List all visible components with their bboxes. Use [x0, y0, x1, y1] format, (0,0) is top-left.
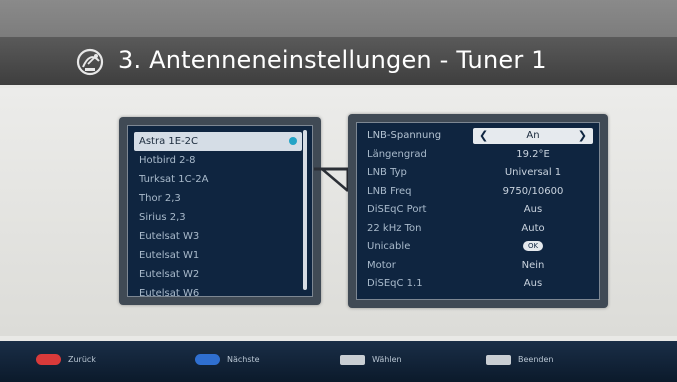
setting-row-unicable[interactable]: Unicable OK — [361, 238, 597, 257]
setting-value: OK — [473, 238, 593, 257]
satellite-item[interactable]: Hotbird 2-8 — [134, 151, 302, 170]
selected-indicator-icon — [289, 137, 297, 145]
satellite-item[interactable]: Astra 1E-2C — [134, 132, 302, 151]
hint-label: Zurück — [68, 355, 96, 364]
red-key-icon — [36, 354, 61, 365]
satellite-item[interactable]: Thor 2,3 — [134, 189, 302, 208]
setting-label: Längengrad — [367, 148, 427, 160]
setting-row-lnb-voltage[interactable]: LNB-Spannung ❮ An ❯ — [361, 127, 597, 146]
setting-value: Auto — [521, 222, 545, 234]
satellite-label: Sirius 2,3 — [139, 212, 186, 223]
settings-frame: LNB-Spannung ❮ An ❯ Längengrad 19.2°E LN… — [356, 122, 600, 300]
setting-label: DiSEqC 1.1 — [367, 278, 423, 289]
setting-label: Motor — [367, 259, 396, 271]
satellite-label: Eutelsat W2 — [139, 269, 200, 280]
setting-row-diseqc-port[interactable]: DiSEqC Port Aus — [361, 201, 597, 220]
hint-label: Nächste — [227, 355, 260, 364]
ok-pill[interactable]: OK — [522, 241, 544, 251]
arrow-left-icon[interactable]: ❮ — [479, 128, 488, 144]
setting-value: Universal 1 — [504, 167, 562, 178]
hint-label: Wählen — [372, 355, 402, 364]
satellite-item[interactable]: Eutelsat W6 — [134, 284, 302, 303]
setting-label: LNB-Spannung — [367, 130, 442, 141]
exit-key-icon — [486, 355, 511, 365]
setting-label: Unicable — [367, 241, 411, 252]
setting-value: An — [526, 130, 540, 141]
satellite-dish-icon — [76, 48, 104, 76]
hint-label: Beenden — [518, 355, 554, 364]
page-title: 3. Antenneneinstellungen - Tuner 1 — [118, 46, 547, 74]
setting-value: Aus — [523, 278, 543, 289]
satellite-label: Thor 2,3 — [139, 193, 181, 204]
scrollbar[interactable] — [303, 130, 307, 290]
satellite-item[interactable]: Eutelsat W3 — [134, 227, 302, 246]
blue-key-icon — [195, 354, 220, 365]
setting-row-lnb-type[interactable]: LNB Typ Universal 1 — [361, 164, 597, 183]
settings-list: LNB-Spannung ❮ An ❯ Längengrad 19.2°E LN… — [361, 127, 597, 294]
satellite-label: Eutelsat W3 — [139, 231, 200, 242]
setting-value: Nein — [521, 259, 545, 271]
satellite-list: Astra 1E-2C Hotbird 2-8 Turksat 1C-2A Th… — [134, 132, 302, 303]
setting-row-motor[interactable]: Motor Nein — [361, 257, 597, 276]
satellite-label: Eutelsat W6 — [139, 288, 200, 299]
setting-row-diseqc-11[interactable]: DiSEqC 1.1 Aus — [361, 275, 597, 294]
satellite-item[interactable]: Eutelsat W1 — [134, 246, 302, 265]
footer-bar — [0, 341, 677, 382]
setting-row-lnb-freq[interactable]: LNB Freq 9750/10600 — [361, 183, 597, 202]
setting-label: 22 kHz Ton — [367, 222, 422, 234]
setting-value: 19.2°E — [516, 148, 550, 160]
settings-panel: LNB-Spannung ❮ An ❯ Längengrad 19.2°E LN… — [348, 114, 608, 308]
satellite-label: Hotbird 2-8 — [139, 155, 196, 166]
satellite-item[interactable]: Eutelsat W2 — [134, 265, 302, 284]
setting-label: DiSEqC Port — [367, 204, 427, 215]
setting-value: Aus — [523, 204, 543, 215]
satellite-item[interactable]: Sirius 2,3 — [134, 208, 302, 227]
satellite-list-panel: Astra 1E-2C Hotbird 2-8 Turksat 1C-2A Th… — [119, 117, 321, 305]
arrow-right-icon[interactable]: ❯ — [578, 128, 587, 144]
setting-label: LNB Freq — [367, 185, 412, 197]
setting-row-22khz-tone[interactable]: 22 kHz Ton Auto — [361, 220, 597, 239]
setting-value-selector[interactable]: ❮ An ❯ — [473, 128, 593, 144]
satellite-item[interactable]: Turksat 1C-2A — [134, 170, 302, 189]
satellite-label: Turksat 1C-2A — [139, 174, 209, 185]
satellite-label: Astra 1E-2C — [139, 136, 199, 147]
setting-row-longitude[interactable]: Längengrad 19.2°E — [361, 146, 597, 165]
setting-value: 9750/10600 — [502, 185, 564, 197]
satellite-label: Eutelsat W1 — [139, 250, 200, 261]
setting-label: LNB Typ — [367, 167, 407, 178]
satellite-list-frame: Astra 1E-2C Hotbird 2-8 Turksat 1C-2A Th… — [127, 125, 313, 299]
ok-key-icon — [340, 355, 365, 365]
